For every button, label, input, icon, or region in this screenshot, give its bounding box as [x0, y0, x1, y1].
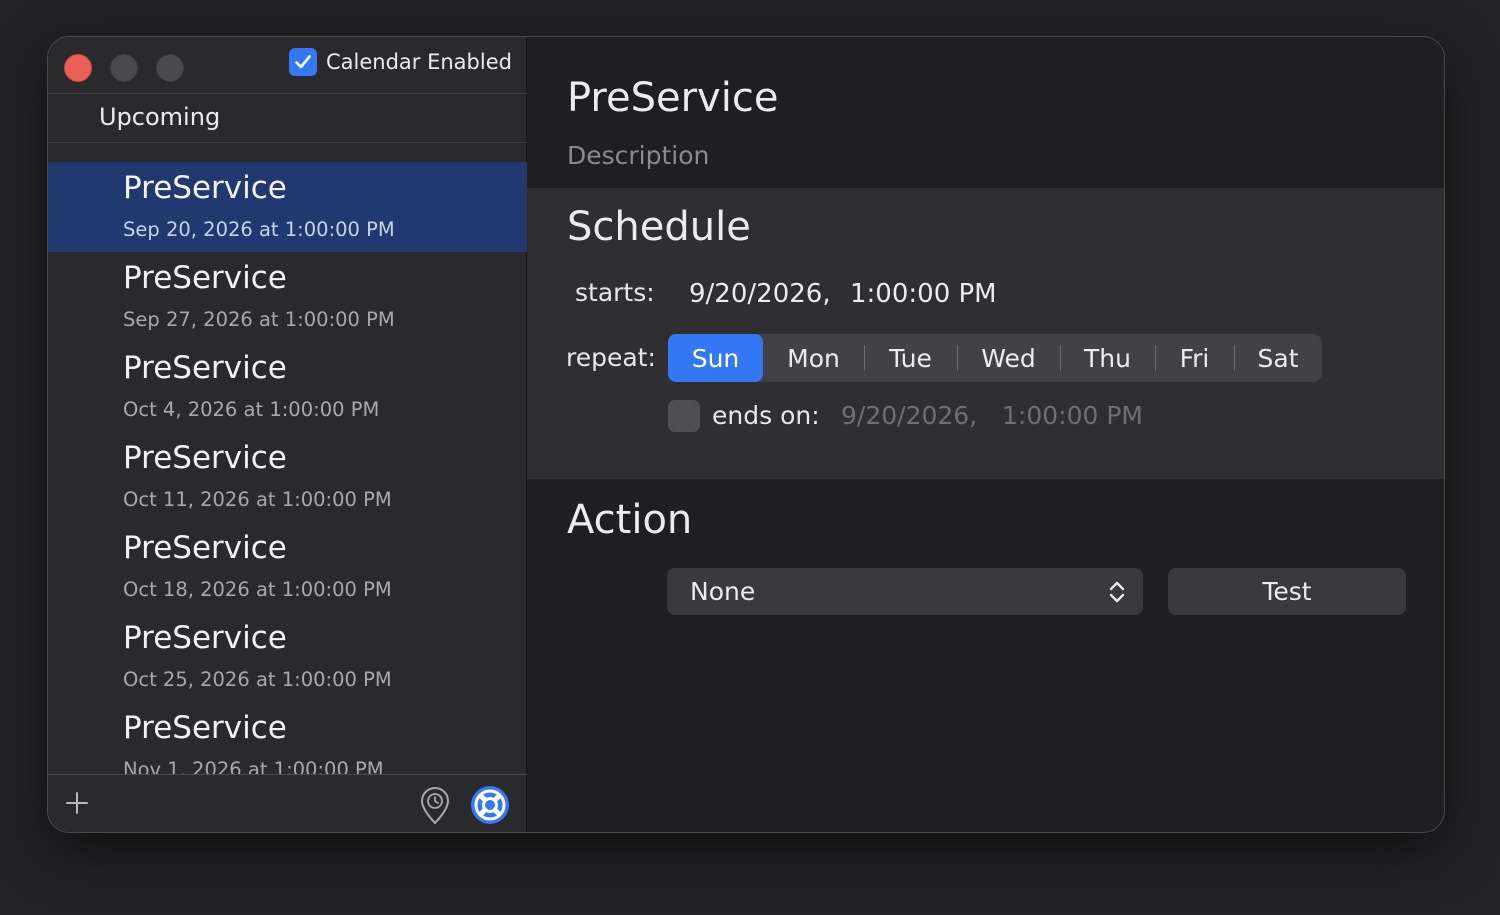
- upcoming-header: Upcoming: [99, 103, 221, 131]
- starts-time-field[interactable]: 1:00:00 PM: [850, 279, 997, 309]
- event-name-field[interactable]: PreService: [567, 75, 778, 121]
- starts-date-field[interactable]: 9/20/2026,: [689, 279, 831, 309]
- location-button[interactable]: [418, 787, 452, 825]
- minimize-window-button[interactable]: [110, 54, 138, 82]
- plus-icon: [66, 792, 88, 814]
- event-date: Oct 25, 2026 at 1:00:00 PM: [123, 668, 392, 691]
- event-date: Oct 18, 2026 at 1:00:00 PM: [123, 578, 392, 601]
- day-fri-button[interactable]: Fri: [1155, 334, 1234, 382]
- description-field[interactable]: Description: [567, 141, 709, 170]
- event-date: Oct 4, 2026 at 1:00:00 PM: [123, 398, 380, 421]
- action-section: Action None Test: [527, 479, 1444, 832]
- sidebar-footer: [48, 774, 527, 832]
- event-title: PreService: [123, 170, 287, 206]
- checkmark-icon: [295, 55, 311, 69]
- day-sun-button[interactable]: Sun: [668, 334, 763, 382]
- calendar-enabled-checkbox[interactable]: [289, 48, 317, 76]
- event-title: PreService: [123, 710, 287, 746]
- event-list-item[interactable]: PreService Oct 4, 2026 at 1:00:00 PM: [48, 342, 527, 432]
- close-window-button[interactable]: [64, 54, 92, 82]
- event-title: PreService: [123, 440, 287, 476]
- event-title: PreService: [123, 350, 287, 386]
- ends-on-label: ends on:: [712, 401, 820, 430]
- lifebuoy-icon: [471, 786, 509, 824]
- event-header: PreService Description: [527, 37, 1444, 188]
- event-title: PreService: [123, 260, 287, 296]
- event-list[interactable]: PreService Sep 20, 2026 at 1:00:00 PM Pr…: [48, 162, 527, 774]
- calendar-enabled-label: Calendar Enabled: [326, 50, 512, 74]
- event-list-item[interactable]: PreService Nov 1, 2026 at 1:00:00 PM: [48, 702, 527, 774]
- add-event-button[interactable]: [63, 789, 91, 817]
- action-title: Action: [567, 497, 693, 543]
- detail-pane: PreService Description Schedule starts: …: [527, 37, 1444, 832]
- action-select[interactable]: None: [667, 568, 1143, 615]
- event-date: Oct 11, 2026 at 1:00:00 PM: [123, 488, 392, 511]
- event-list-item[interactable]: PreService Sep 20, 2026 at 1:00:00 PM: [48, 162, 527, 252]
- repeat-day-segmented-control: Sun Mon Tue Wed Thu Fri Sat: [668, 334, 1322, 382]
- event-list-item[interactable]: PreService Oct 18, 2026 at 1:00:00 PM: [48, 522, 527, 612]
- calendar-enabled-toggle[interactable]: Calendar Enabled: [289, 48, 512, 76]
- starts-label: starts:: [575, 278, 655, 307]
- event-list-item[interactable]: PreService Sep 27, 2026 at 1:00:00 PM: [48, 252, 527, 342]
- day-sat-button[interactable]: Sat: [1234, 334, 1322, 382]
- action-select-value: None: [690, 577, 756, 606]
- schedule-section: Schedule starts: 9/20/2026, 1:00:00 PM r…: [527, 188, 1444, 479]
- ends-date-field[interactable]: 9/20/2026,: [841, 401, 977, 430]
- event-date: Sep 20, 2026 at 1:00:00 PM: [123, 218, 395, 241]
- event-title: PreService: [123, 620, 287, 656]
- test-button[interactable]: Test: [1168, 568, 1406, 615]
- day-thu-button[interactable]: Thu: [1060, 334, 1155, 382]
- day-mon-button[interactable]: Mon: [763, 334, 864, 382]
- zoom-window-button[interactable]: [156, 54, 184, 82]
- ends-on-checkbox[interactable]: [668, 400, 700, 432]
- list-header-bar: Upcoming: [48, 93, 527, 143]
- event-list-item[interactable]: PreService Oct 25, 2026 at 1:00:00 PM: [48, 612, 527, 702]
- event-list-item[interactable]: PreService Oct 11, 2026 at 1:00:00 PM: [48, 432, 527, 522]
- location-pin-icon: [420, 787, 450, 825]
- ends-time-field[interactable]: 1:00:00 PM: [1002, 401, 1143, 430]
- event-title: PreService: [123, 530, 287, 566]
- event-date: Sep 27, 2026 at 1:00:00 PM: [123, 308, 395, 331]
- title-bar: Calendar Enabled: [48, 37, 527, 93]
- schedule-title: Schedule: [567, 204, 751, 250]
- day-wed-button[interactable]: Wed: [957, 334, 1060, 382]
- day-tue-button[interactable]: Tue: [864, 334, 957, 382]
- sidebar: Calendar Enabled Upcoming PreService Sep…: [48, 37, 527, 832]
- event-date: Nov 1, 2026 at 1:00:00 PM: [123, 758, 384, 774]
- repeat-label: repeat:: [566, 343, 656, 372]
- chevron-up-down-icon: [1109, 581, 1125, 603]
- help-button[interactable]: [470, 785, 510, 825]
- app-window: Calendar Enabled Upcoming PreService Sep…: [47, 36, 1445, 833]
